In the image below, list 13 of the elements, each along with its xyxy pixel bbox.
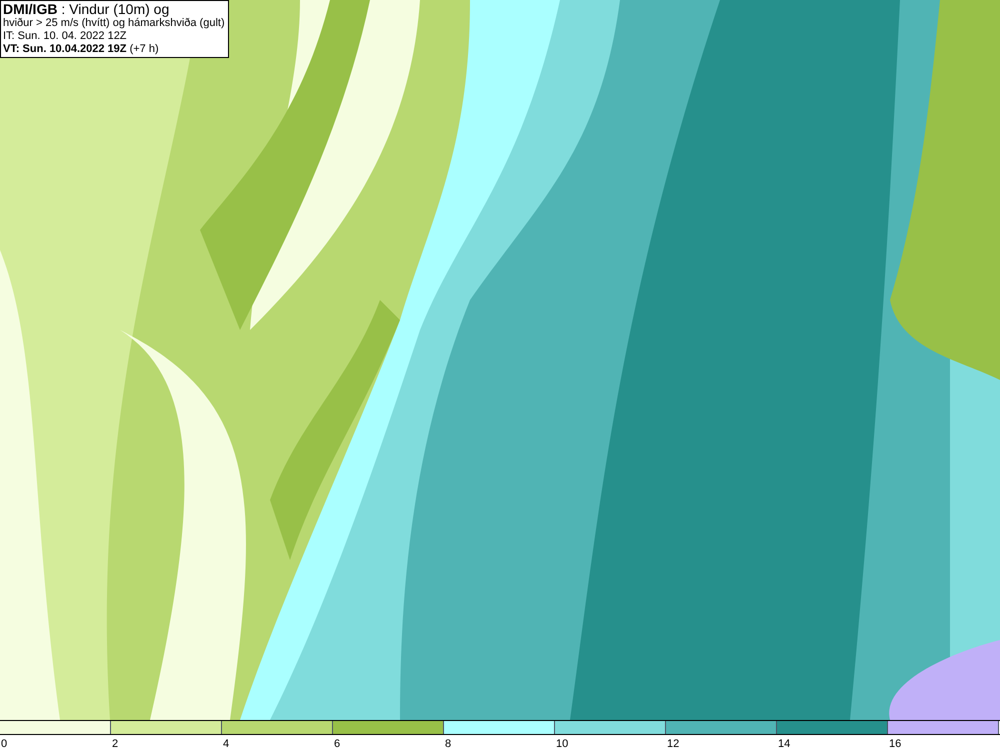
- header-text: IT: Sun. 10. 04. 2022 12Z: [3, 30, 128, 43]
- tick-label: 8: [445, 738, 452, 750]
- tick-label: 14: [778, 738, 790, 750]
- tick-label: 16: [889, 738, 902, 750]
- header-text: DMI/IGB : Vindur (10m) og: [3, 2, 170, 17]
- header-text: hviður > 25 m/s (hvítt) og hámarkshviða (gult): [3, 17, 226, 30]
- header-text: VT: Sun. 10.04.2022 19Z (+7 h): [3, 43, 160, 56]
- tick-label: 12: [667, 738, 680, 750]
- tick-label: 6: [334, 738, 340, 750]
- tick-label: 2: [112, 738, 118, 750]
- tick-label: 10: [556, 738, 568, 750]
- tick-label: 0: [1, 738, 8, 750]
- tick-label: 4: [223, 738, 230, 750]
